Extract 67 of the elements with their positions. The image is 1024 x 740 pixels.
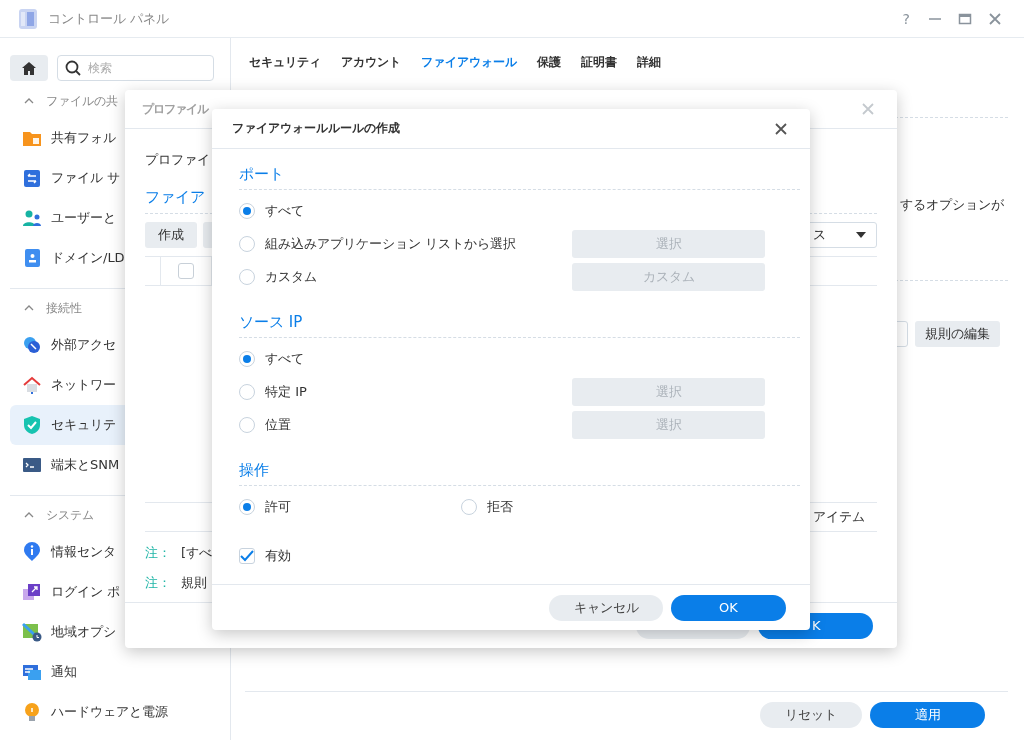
note-label: 注： <box>145 574 171 592</box>
option-label: カスタム <box>265 267 317 286</box>
map-clock-icon <box>22 622 42 642</box>
sidebar-item[interactable]: 端末とSNM <box>10 445 222 485</box>
people-icon <box>22 208 42 228</box>
section-title: ソース IP <box>239 313 800 338</box>
sidebar-item[interactable]: ネットワー <box>10 365 222 405</box>
group-header[interactable]: ファイルの共 <box>46 92 118 110</box>
option-label: 拒否 <box>487 497 513 516</box>
note-text: [すべ <box>181 544 213 562</box>
section-title: ポート <box>239 165 800 190</box>
form-label: プロファイ <box>145 151 211 169</box>
chat-icon <box>22 662 42 682</box>
id-card-icon <box>22 248 42 268</box>
checkbox[interactable] <box>239 547 255 564</box>
option-label: 位置 <box>265 415 291 434</box>
tab[interactable]: 証明書 <box>577 48 621 77</box>
option-label: すべて <box>265 349 304 368</box>
edit-rules-button[interactable]: 規則の編集 <box>915 321 1000 347</box>
create-button[interactable]: 作成 <box>145 222 197 248</box>
bulb-icon <box>22 702 42 722</box>
arrows-icon <box>22 168 42 188</box>
cancel-button[interactable]: キャンセル <box>549 594 663 621</box>
apply-button[interactable]: 適用 <box>870 702 985 728</box>
option-text: するオプションが <box>900 196 1004 214</box>
dialog-title: プロファイル <box>142 100 208 118</box>
reset-button[interactable]: リセット <box>760 702 862 728</box>
home-icon <box>22 61 36 75</box>
sidebar-item[interactable]: 地域オプシ <box>10 612 222 652</box>
home-button[interactable] <box>10 55 48 81</box>
close-icon[interactable] <box>988 11 1002 26</box>
caret-up-icon[interactable] <box>24 98 34 104</box>
group-header[interactable]: システム <box>46 506 94 524</box>
house-icon <box>22 375 42 395</box>
search-icon <box>65 60 81 76</box>
terminal-icon <box>22 455 42 475</box>
checkbox[interactable] <box>178 263 194 279</box>
option-label: 許可 <box>265 497 291 516</box>
info-icon <box>22 542 42 562</box>
tab[interactable]: アカウント <box>337 48 405 77</box>
checkbox-label: 有効 <box>265 546 291 565</box>
note-text: 規則 <box>181 574 207 592</box>
note-label: 注： <box>145 544 171 562</box>
item-count: アイテム <box>813 508 865 526</box>
sidebar-item[interactable]: ハードウェアと電源 <box>10 692 222 732</box>
dialog-title: ファイアウォールルールの作成 <box>232 120 400 137</box>
app-icon <box>18 7 38 30</box>
section-title: 操作 <box>239 461 800 486</box>
option-label: 組み込みアプリケーション リストから選択 <box>265 234 517 253</box>
option-label: 特定 IP <box>265 382 307 401</box>
caret-up-icon[interactable] <box>24 305 34 311</box>
tab[interactable]: セキュリティ <box>245 48 325 77</box>
ok-button[interactable]: OK <box>671 594 786 621</box>
caret-down-icon <box>856 232 866 238</box>
tab[interactable]: 保護 <box>533 48 565 77</box>
maximize-icon[interactable] <box>958 11 972 26</box>
caret-up-icon[interactable] <box>24 512 34 518</box>
tab[interactable]: ファイアウォール <box>417 48 521 77</box>
sidebar-item[interactable]: 通知 <box>10 652 222 692</box>
window-title: コントロール パネル <box>48 9 170 28</box>
arrow-square-icon <box>22 582 42 602</box>
close-icon[interactable] <box>774 121 788 136</box>
tab[interactable]: 詳細 <box>633 48 665 77</box>
shield-icon <box>22 415 42 435</box>
sidebar-item[interactable]: 外部アクセ <box>10 325 222 365</box>
search-field[interactable]: 検索 <box>57 55 214 81</box>
group-header[interactable]: 接続性 <box>46 299 82 317</box>
